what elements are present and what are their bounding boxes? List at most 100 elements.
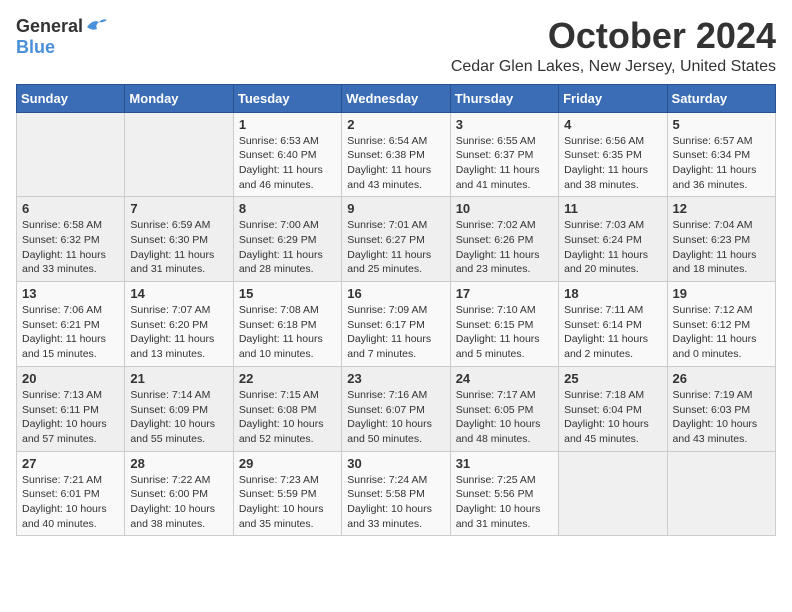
calendar-cell: 23 Sunrise: 7:16 AM Sunset: 6:07 PM Dayli… xyxy=(342,366,450,451)
calendar-cell: 25Sunrise: 7:18 AM Sunset: 6:04 PM Dayli… xyxy=(559,366,667,451)
day-number: 18 xyxy=(564,286,661,301)
day-of-week-header: Sunday xyxy=(17,84,125,112)
day-number: 7 xyxy=(130,201,227,216)
day-info: Sunrise: 7:22 AM Sunset: 6:00 PM Dayligh… xyxy=(130,473,227,532)
logo-general-text: General xyxy=(16,16,83,37)
day-info: Sunrise: 7:01 AM Sunset: 6:27 PM Dayligh… xyxy=(347,218,444,277)
day-of-week-header: Wednesday xyxy=(342,84,450,112)
day-info: Sunrise: 6:56 AM Sunset: 6:35 PM Dayligh… xyxy=(564,134,661,193)
day-number: 23 xyxy=(347,371,444,386)
day-info: Sunrise: 6:55 AM Sunset: 6:37 PM Dayligh… xyxy=(456,134,553,193)
calendar-week-row: 13Sunrise: 7:06 AM Sunset: 6:21 PM Dayli… xyxy=(17,282,776,367)
calendar-cell: 10 Sunrise: 7:02 AM Sunset: 6:26 PM Dayli… xyxy=(450,197,558,282)
calendar-week-row: 20 Sunrise: 7:13 AM Sunset: 6:11 PM Dayli… xyxy=(17,366,776,451)
day-info: Sunrise: 6:58 AM Sunset: 6:32 PM Dayligh… xyxy=(22,218,119,277)
calendar-cell: 15Sunrise: 7:08 AM Sunset: 6:18 PM Dayli… xyxy=(233,282,341,367)
calendar-cell: 12 Sunrise: 7:04 AM Sunset: 6:23 PM Dayli… xyxy=(667,197,775,282)
day-info: Sunrise: 7:25 AM Sunset: 5:56 PM Dayligh… xyxy=(456,473,553,532)
day-info: Sunrise: 7:19 AM Sunset: 6:03 PM Dayligh… xyxy=(673,388,770,447)
logo-blue-text: Blue xyxy=(16,37,55,58)
day-info: Sunrise: 7:17 AM Sunset: 6:05 PM Dayligh… xyxy=(456,388,553,447)
calendar-cell: 29Sunrise: 7:23 AM Sunset: 5:59 PM Dayli… xyxy=(233,451,341,536)
day-number: 19 xyxy=(673,286,770,301)
calendar-cell: 31 Sunrise: 7:25 AM Sunset: 5:56 PM Dayli… xyxy=(450,451,558,536)
logo: General Blue xyxy=(16,16,107,58)
day-info: Sunrise: 7:21 AM Sunset: 6:01 PM Dayligh… xyxy=(22,473,119,532)
calendar-cell: 9 Sunrise: 7:01 AM Sunset: 6:27 PM Daylig… xyxy=(342,197,450,282)
day-number: 1 xyxy=(239,117,336,132)
calendar-week-row: 27 Sunrise: 7:21 AM Sunset: 6:01 PM Dayli… xyxy=(17,451,776,536)
calendar-cell: 28Sunrise: 7:22 AM Sunset: 6:00 PM Dayli… xyxy=(125,451,233,536)
calendar-cell: 2 Sunrise: 6:54 AM Sunset: 6:38 PM Daylig… xyxy=(342,112,450,197)
location-title: Cedar Glen Lakes, New Jersey, United Sta… xyxy=(451,58,776,76)
day-number: 10 xyxy=(456,201,553,216)
day-info: Sunrise: 6:54 AM Sunset: 6:38 PM Dayligh… xyxy=(347,134,444,193)
calendar-cell: 7 Sunrise: 6:59 AM Sunset: 6:30 PM Daylig… xyxy=(125,197,233,282)
day-of-week-header: Tuesday xyxy=(233,84,341,112)
month-title: October 2024 xyxy=(451,16,776,56)
day-info: Sunrise: 7:00 AM Sunset: 6:29 PM Dayligh… xyxy=(239,218,336,277)
day-number: 15 xyxy=(239,286,336,301)
logo-bird-icon xyxy=(85,17,107,35)
day-info: Sunrise: 7:03 AM Sunset: 6:24 PM Dayligh… xyxy=(564,218,661,277)
day-number: 20 xyxy=(22,371,119,386)
calendar-table: SundayMondayTuesdayWednesdayThursdayFrid… xyxy=(16,84,776,537)
day-of-week-header: Monday xyxy=(125,84,233,112)
calendar-cell: 30Sunrise: 7:24 AM Sunset: 5:58 PM Dayli… xyxy=(342,451,450,536)
calendar-cell xyxy=(125,112,233,197)
calendar-cell: 6 Sunrise: 6:58 AM Sunset: 6:32 PM Daylig… xyxy=(17,197,125,282)
day-number: 26 xyxy=(673,371,770,386)
day-info: Sunrise: 6:59 AM Sunset: 6:30 PM Dayligh… xyxy=(130,218,227,277)
day-number: 21 xyxy=(130,371,227,386)
calendar-week-row: 1Sunrise: 6:53 AM Sunset: 6:40 PM Daylig… xyxy=(17,112,776,197)
day-of-week-header: Thursday xyxy=(450,84,558,112)
day-info: Sunrise: 7:12 AM Sunset: 6:12 PM Dayligh… xyxy=(673,303,770,362)
day-info: Sunrise: 7:11 AM Sunset: 6:14 PM Dayligh… xyxy=(564,303,661,362)
calendar-cell: 3 Sunrise: 6:55 AM Sunset: 6:37 PM Daylig… xyxy=(450,112,558,197)
day-info: Sunrise: 7:02 AM Sunset: 6:26 PM Dayligh… xyxy=(456,218,553,277)
day-info: Sunrise: 7:14 AM Sunset: 6:09 PM Dayligh… xyxy=(130,388,227,447)
day-number: 16 xyxy=(347,286,444,301)
day-number: 3 xyxy=(456,117,553,132)
page-header: General Blue October 2024 Cedar Glen Lak… xyxy=(16,16,776,76)
day-number: 27 xyxy=(22,456,119,471)
calendar-cell: 19 Sunrise: 7:12 AM Sunset: 6:12 PM Dayli… xyxy=(667,282,775,367)
title-section: October 2024 Cedar Glen Lakes, New Jerse… xyxy=(451,16,776,76)
day-of-week-header: Friday xyxy=(559,84,667,112)
day-number: 29 xyxy=(239,456,336,471)
day-number: 14 xyxy=(130,286,227,301)
day-number: 30 xyxy=(347,456,444,471)
day-number: 2 xyxy=(347,117,444,132)
day-info: Sunrise: 6:57 AM Sunset: 6:34 PM Dayligh… xyxy=(673,134,770,193)
day-number: 6 xyxy=(22,201,119,216)
day-number: 31 xyxy=(456,456,553,471)
calendar-cell: 4Sunrise: 6:56 AM Sunset: 6:35 PM Daylig… xyxy=(559,112,667,197)
calendar-week-row: 6 Sunrise: 6:58 AM Sunset: 6:32 PM Daylig… xyxy=(17,197,776,282)
calendar-cell: 27 Sunrise: 7:21 AM Sunset: 6:01 PM Dayli… xyxy=(17,451,125,536)
day-number: 22 xyxy=(239,371,336,386)
day-info: Sunrise: 7:10 AM Sunset: 6:15 PM Dayligh… xyxy=(456,303,553,362)
calendar-cell: 26 Sunrise: 7:19 AM Sunset: 6:03 PM Dayli… xyxy=(667,366,775,451)
calendar-cell: 17 Sunrise: 7:10 AM Sunset: 6:15 PM Dayli… xyxy=(450,282,558,367)
day-number: 11 xyxy=(564,201,661,216)
calendar-cell: 1Sunrise: 6:53 AM Sunset: 6:40 PM Daylig… xyxy=(233,112,341,197)
day-info: Sunrise: 7:16 AM Sunset: 6:07 PM Dayligh… xyxy=(347,388,444,447)
day-number: 9 xyxy=(347,201,444,216)
calendar-cell: 24 Sunrise: 7:17 AM Sunset: 6:05 PM Dayli… xyxy=(450,366,558,451)
day-number: 24 xyxy=(456,371,553,386)
day-info: Sunrise: 7:04 AM Sunset: 6:23 PM Dayligh… xyxy=(673,218,770,277)
day-info: Sunrise: 7:09 AM Sunset: 6:17 PM Dayligh… xyxy=(347,303,444,362)
day-number: 5 xyxy=(673,117,770,132)
day-number: 12 xyxy=(673,201,770,216)
calendar-cell xyxy=(667,451,775,536)
calendar-cell: 11 Sunrise: 7:03 AM Sunset: 6:24 PM Dayli… xyxy=(559,197,667,282)
calendar-header-row: SundayMondayTuesdayWednesdayThursdayFrid… xyxy=(17,84,776,112)
day-number: 13 xyxy=(22,286,119,301)
calendar-cell: 13Sunrise: 7:06 AM Sunset: 6:21 PM Dayli… xyxy=(17,282,125,367)
day-info: Sunrise: 7:07 AM Sunset: 6:20 PM Dayligh… xyxy=(130,303,227,362)
calendar-cell: 5 Sunrise: 6:57 AM Sunset: 6:34 PM Daylig… xyxy=(667,112,775,197)
calendar-cell: 18 Sunrise: 7:11 AM Sunset: 6:14 PM Dayli… xyxy=(559,282,667,367)
calendar-cell: 20 Sunrise: 7:13 AM Sunset: 6:11 PM Dayli… xyxy=(17,366,125,451)
day-number: 17 xyxy=(456,286,553,301)
day-info: Sunrise: 7:13 AM Sunset: 6:11 PM Dayligh… xyxy=(22,388,119,447)
